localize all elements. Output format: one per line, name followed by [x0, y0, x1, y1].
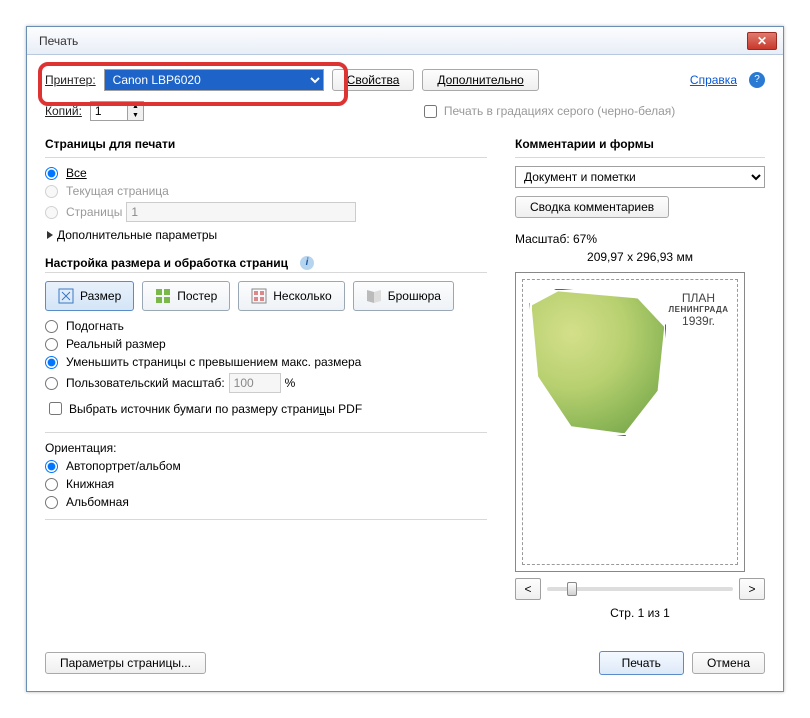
percent-label: % — [285, 376, 296, 390]
orient-portrait-radio[interactable] — [45, 478, 58, 491]
copies-input[interactable] — [91, 102, 127, 120]
preview-page-info: Стр. 1 из 1 — [515, 606, 765, 620]
more-params-label: Дополнительные параметры — [57, 228, 217, 242]
more-params-toggle[interactable]: Дополнительные параметры — [47, 228, 487, 242]
multiple-icon — [251, 288, 267, 304]
fit-label: Подогнать — [66, 319, 124, 333]
preview-scale-label: Масштаб: 67% — [515, 232, 765, 246]
close-icon: ✕ — [757, 34, 767, 48]
preview-page: ПЛАН ЛЕНИНГРАДА 1939г. — [522, 279, 738, 565]
preview-box: ПЛАН ЛЕНИНГРАДА 1939г. — [515, 272, 745, 572]
preview-prev-button[interactable]: < — [515, 578, 541, 600]
triangle-right-icon — [47, 231, 53, 239]
tab-multiple[interactable]: Несколько — [238, 281, 344, 311]
close-button[interactable]: ✕ — [747, 32, 777, 50]
printer-label: Принтер: — [45, 73, 96, 87]
actual-radio[interactable] — [45, 338, 58, 351]
dialog-frame: Печать ✕ Принтер: Canon LBP6020 Свойства… — [26, 26, 784, 692]
actual-label: Реальный размер — [66, 337, 166, 351]
tab-poster[interactable]: Постер — [142, 281, 230, 311]
help-link[interactable]: Справка — [690, 73, 737, 87]
comments-summary-button[interactable]: Сводка комментариев — [515, 196, 669, 218]
copies-spinner[interactable]: ▲ ▼ — [90, 101, 144, 121]
orient-landscape-label: Альбомная — [66, 495, 129, 509]
custom-label: Пользовательский масштаб: — [66, 376, 225, 390]
pages-range-label: Страницы — [66, 205, 122, 219]
shrink-radio[interactable] — [45, 356, 58, 369]
copies-label: Копий: — [45, 104, 82, 118]
grayscale-label: Печать в градациях серого (черно-белая) — [444, 104, 675, 118]
map-title-block: ПЛАН ЛЕНИНГРАДА 1939г. — [669, 291, 729, 328]
copies-up-icon[interactable]: ▲ — [128, 102, 143, 111]
page-setup-button[interactable]: Параметры страницы... — [45, 652, 206, 674]
cancel-button[interactable]: Отмена — [692, 652, 765, 674]
window-title: Печать — [39, 34, 747, 48]
orient-landscape-radio[interactable] — [45, 496, 58, 509]
preview-next-button[interactable]: > — [739, 578, 765, 600]
slider-thumb[interactable] — [567, 582, 577, 596]
print-button[interactable]: Печать — [599, 651, 684, 675]
size-icon — [58, 288, 74, 304]
custom-scale-input[interactable] — [229, 373, 281, 393]
tab-size[interactable]: Размер — [45, 281, 134, 311]
comments-group-title: Комментарии и формы — [515, 137, 765, 151]
pages-all-label: Все — [66, 166, 87, 180]
preview-dimensions: 209,97 x 296,93 мм — [515, 250, 765, 264]
grayscale-checkbox[interactable] — [424, 105, 437, 118]
shrink-label: Уменьшить страницы с превышением макс. р… — [66, 355, 361, 369]
properties-button[interactable]: Свойства — [332, 69, 415, 91]
info-icon[interactable]: i — [300, 256, 314, 270]
advanced-button[interactable]: Дополнительно — [422, 69, 538, 91]
orient-auto-label: Автопортрет/альбом — [66, 459, 181, 473]
sizing-group-title: Настройка размера и обработка страниц — [45, 256, 288, 270]
fit-radio[interactable] — [45, 320, 58, 333]
orient-portrait-label: Книжная — [66, 477, 114, 491]
pages-current-radio — [45, 185, 58, 198]
printer-select[interactable]: Canon LBP6020 — [104, 69, 324, 91]
preview-slider[interactable] — [547, 587, 733, 591]
pages-range-input — [126, 202, 356, 222]
pages-range-radio — [45, 206, 58, 219]
orient-auto-radio[interactable] — [45, 460, 58, 473]
choose-source-label: Выбрать источник бумаги по размеру стран… — [69, 402, 362, 416]
orientation-label: Ориентация: — [45, 441, 487, 455]
copies-down-icon[interactable]: ▼ — [128, 111, 143, 120]
tab-booklet[interactable]: Брошюра — [353, 281, 454, 311]
pages-group-title: Страницы для печати — [45, 137, 487, 151]
pages-all-radio[interactable] — [45, 167, 58, 180]
custom-radio[interactable] — [45, 377, 58, 390]
titlebar: Печать ✕ — [27, 27, 783, 55]
help-icon[interactable]: ? — [749, 72, 765, 88]
choose-source-checkbox[interactable] — [49, 402, 62, 415]
comments-combo[interactable]: Документ и пометки — [515, 166, 765, 188]
poster-icon — [155, 288, 171, 304]
pages-current-label: Текущая страница — [66, 184, 169, 198]
booklet-icon — [366, 288, 382, 304]
